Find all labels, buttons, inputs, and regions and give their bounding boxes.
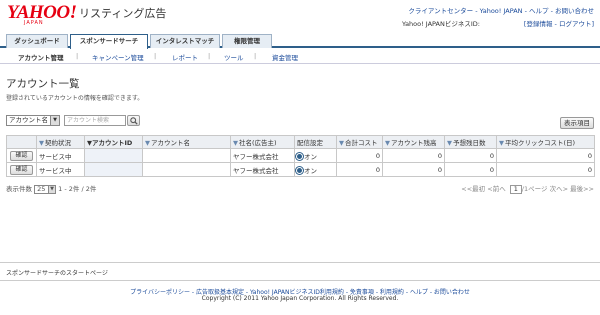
cell-days-left: 0 xyxy=(444,148,497,163)
cell-avg-cpc: 0 xyxy=(496,148,595,163)
subnav-separator: | xyxy=(254,52,257,60)
tab-dashboard[interactable]: ダッシュボード xyxy=(6,34,68,48)
client-center-link[interactable]: クライアントセンター xyxy=(408,7,473,15)
column-header-account-id[interactable]: ▼アカウントID xyxy=(84,135,143,149)
column-header-account-name[interactable]: ▼アカウント名 xyxy=(142,135,231,149)
footer-divider xyxy=(0,280,600,281)
subnav-tools[interactable]: ツール xyxy=(224,52,244,62)
cell-total-cost: 0 xyxy=(336,162,383,177)
cell-company: ヤフー株式会社 xyxy=(230,148,295,163)
subnav-report[interactable]: レポート xyxy=(172,52,198,62)
tab-permissions[interactable]: 権限管理 xyxy=(222,34,272,48)
column-header-contract-status[interactable]: ▼契約状況 xyxy=(36,135,85,149)
subnav-separator: | xyxy=(76,52,79,60)
per-page-label: 表示件数 xyxy=(6,185,32,193)
confirm-button[interactable]: 確認 xyxy=(10,150,33,161)
pager-right: <<最初 <前へ 1/1ページ 次へ> 最後>> xyxy=(461,183,594,194)
logo-sub-text: JAPAN xyxy=(24,20,44,26)
search-button[interactable] xyxy=(127,115,140,126)
cell-delivery[interactable]: オン xyxy=(294,162,337,177)
radio-on-icon xyxy=(297,154,302,159)
cell-delivery[interactable]: オン xyxy=(294,148,337,163)
subnav-separator: | xyxy=(208,52,211,60)
sub-navigation xyxy=(0,49,600,64)
contact-link[interactable]: お問い合わせ xyxy=(555,7,594,15)
yahoo-japan-link[interactable]: Yahoo! JAPAN xyxy=(480,7,523,15)
tab-sponsored-search[interactable]: スポンサードサーチ xyxy=(70,34,148,49)
cell-company: ヤフー株式会社 xyxy=(230,162,295,177)
cell-account-id[interactable] xyxy=(84,148,143,163)
column-header-balance[interactable]: ▼アカウント残高 xyxy=(382,135,445,149)
pager-last[interactable]: 最後>> xyxy=(570,185,594,193)
copyright: Copyright (C) 2011 Yahoo Japan Corporati… xyxy=(201,295,399,302)
registration-info-link[interactable]: [登録情報 xyxy=(524,20,553,28)
cell-avg-cpc: 0 xyxy=(496,162,595,177)
radio-on-icon xyxy=(297,168,302,173)
column-header-company[interactable]: ▼社名(広告主) xyxy=(230,135,295,149)
search-field-select[interactable]: アカウント名 ▼ xyxy=(6,115,60,126)
account-search-input[interactable]: アカウント検索 xyxy=(64,115,126,126)
subnav-account-management[interactable]: アカウント管理 xyxy=(18,52,64,62)
column-header-total-cost[interactable]: ▼合計コスト xyxy=(336,135,383,149)
help-link[interactable]: ヘルプ xyxy=(529,7,549,15)
app-title: リスティング広告 xyxy=(79,7,167,20)
cell-status: サービス中 xyxy=(36,162,85,177)
logout-link[interactable]: ログアウト] xyxy=(559,20,594,28)
search-icon xyxy=(129,117,138,125)
chevron-down-icon: ▼ xyxy=(50,116,59,125)
pager-next[interactable]: 次へ> xyxy=(550,185,568,193)
cell-account-name[interactable] xyxy=(142,148,231,163)
cell-account-name[interactable] xyxy=(142,162,231,177)
start-page-label: スポンサードサーチのスタートページ xyxy=(6,270,108,277)
cell-balance: 0 xyxy=(382,148,445,163)
sort-icon: ▼ xyxy=(339,139,344,147)
cell-balance: 0 xyxy=(382,162,445,177)
sort-icon: ▼ xyxy=(233,139,238,147)
cell-days-left: 0 xyxy=(444,162,497,177)
footer-divider xyxy=(0,262,600,263)
subnav-funds[interactable]: 資金管理 xyxy=(272,52,298,62)
cell-status: サービス中 xyxy=(36,148,85,163)
result-range: 1 - 2件 / 2件 xyxy=(58,185,97,193)
confirm-button[interactable]: 確認 xyxy=(10,164,33,175)
page-total: /1ページ xyxy=(521,185,548,193)
pager-first[interactable]: <<最初 xyxy=(461,185,485,193)
sort-icon: ▼ xyxy=(499,139,504,147)
column-header-days-left[interactable]: ▼予想残日数 xyxy=(444,135,497,149)
account-links: [登録情報 - ログアウト] xyxy=(523,20,594,28)
subnav-campaign-management[interactable]: キャンペーン管理 xyxy=(92,52,144,62)
business-id-label: Yahoo! JAPANビジネスID: xyxy=(402,20,480,28)
page-number-input[interactable]: 1 xyxy=(509,185,522,194)
subnav-separator: | xyxy=(154,52,157,60)
column-header-delivery: 配信設定 xyxy=(294,135,337,149)
account-table: ▼契約状況 ▼アカウントID ▼アカウント名 ▼社名(広告主) 配信設定 ▼合計… xyxy=(6,135,595,177)
pager-left: 表示件数 25 ▼ 1 - 2件 / 2件 xyxy=(6,183,96,194)
page-title: アカウント一覧 xyxy=(6,78,80,90)
chevron-down-icon: ▼ xyxy=(48,185,56,193)
tab-interest-match[interactable]: インタレストマッチ xyxy=(150,34,220,48)
display-items-button[interactable]: 表示項目 xyxy=(560,117,594,129)
cell-account-id[interactable] xyxy=(84,162,143,177)
column-header-action xyxy=(6,135,37,149)
table-row: 確認 サービス中 ヤフー株式会社 オン 0 0 0 0 xyxy=(6,148,595,163)
sort-icon: ▼ xyxy=(447,139,452,147)
table-row: 確認 サービス中 ヤフー株式会社 オン 0 0 0 0 xyxy=(6,162,595,177)
pager-prev[interactable]: <前へ xyxy=(487,185,505,193)
top-links: クライアントセンター - Yahoo! JAPAN - ヘルプ - お問い合わせ xyxy=(408,7,594,15)
yahoo-japan-logo[interactable]: YAHOO! xyxy=(7,3,77,22)
sort-icon: ▼ xyxy=(145,139,150,147)
cell-total-cost: 0 xyxy=(336,148,383,163)
sort-icon: ▼ xyxy=(385,139,390,147)
column-header-avg-cpc[interactable]: ▼平均クリックコスト(日) xyxy=(496,135,595,149)
table-header-row: ▼契約状況 ▼アカウントID ▼アカウント名 ▼社名(広告主) 配信設定 ▼合計… xyxy=(6,135,595,149)
page-description: 登録されているアカウントの情報を確認できます。 xyxy=(6,95,144,102)
sort-icon: ▼ xyxy=(39,139,44,147)
per-page-select[interactable]: 25 ▼ xyxy=(34,184,57,194)
